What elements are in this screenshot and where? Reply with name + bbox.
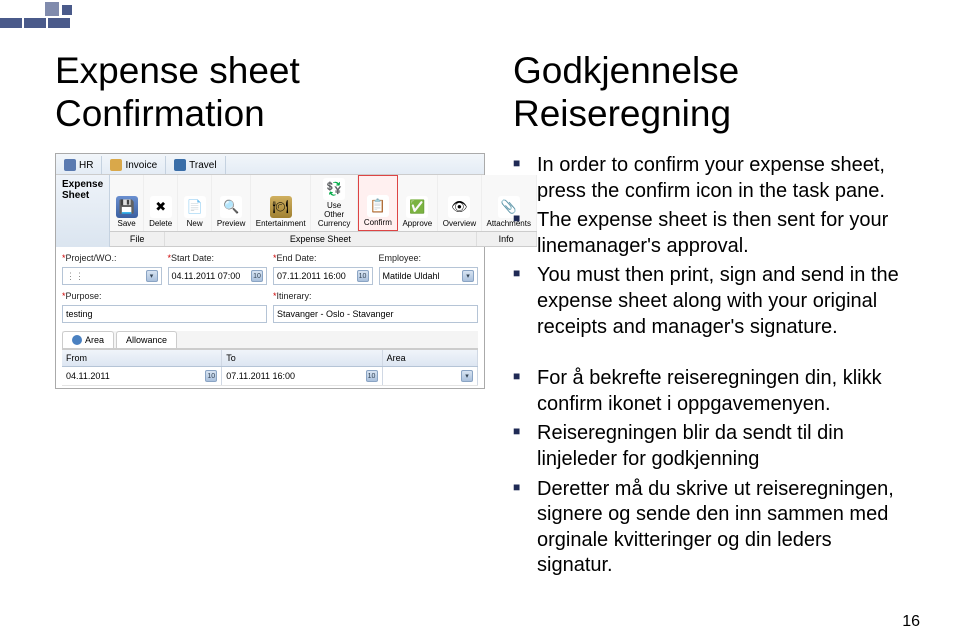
currency-label: Use Other Currency [316,202,352,228]
new-button[interactable]: 📄 New [178,175,212,231]
bullet-list-norwegian: For å bekrefte reiseregningen din, klikk… [513,366,905,579]
hr-icon [64,159,76,171]
confirm-icon: 📋 [367,195,389,217]
approve-icon: ✅ [406,196,428,218]
bullet-en-3: You must then print, sign and send in th… [513,263,905,340]
approve-label: Approve [402,220,432,229]
approve-button[interactable]: ✅ Approve [398,175,438,231]
title-right: Godkjennelse Reiseregning [513,50,905,135]
tab-invoice[interactable]: Invoice [102,156,166,174]
employee-value: Matilde Uldahl [383,271,440,281]
globe-icon [72,335,82,345]
new-label: New [187,220,203,229]
confirm-label: Confirm [364,219,392,228]
group-file: File [110,232,165,246]
purpose-field[interactable]: testing [62,305,267,323]
cell-from: 04.11.2011 [66,371,110,381]
end-date-value: 07.11.2011 16:00 [277,271,346,281]
col-from: From [62,350,222,366]
col-area: Area [383,350,478,366]
corner-decoration [0,0,120,40]
save-label: Save [118,220,136,229]
group-expense-sheet: Expense Sheet [165,232,476,246]
overview-label: Overview [443,220,476,229]
entertainment-icon: 🍽 [270,196,292,218]
start-date-label: *Start Date: [168,253,268,263]
tab-travel-label: Travel [189,160,216,171]
calendar-icon[interactable]: 10 [205,370,217,382]
subtab-area[interactable]: Area [62,331,114,348]
grid-row[interactable]: 04.11.2011 10 07.11.2011 16:00 10 ▾ [62,367,478,386]
itinerary-value: Stavanger - Oslo - Stavanger [277,309,394,319]
top-tabs: HR Invoice Travel [56,154,484,175]
bullet-list-english: In order to confirm your expense sheet, … [513,153,905,340]
grip-icon: ⋮⋮ [66,271,76,282]
entertainment-label: Entertainment [256,220,306,229]
grid-header: From To Area [62,350,478,367]
employee-field[interactable]: Matilde Uldahl ▾ [379,267,479,285]
subtab-allowance-label: Allowance [126,335,167,345]
tab-invoice-label: Invoice [125,160,157,171]
title-left: Expense sheet Confirmation [55,50,485,135]
purpose-label: *Purpose: [62,291,267,301]
confirm-button[interactable]: 📋 Confirm [358,175,398,231]
bullet-en-1: In order to confirm your expense sheet, … [513,153,905,204]
col-to: To [222,350,382,366]
page-number: 16 [902,613,920,631]
project-field[interactable]: ⋮⋮ ▾ [62,267,162,285]
overview-icon: 👁 [448,196,470,218]
use-currency-button[interactable]: 💱Use Other Currency [311,175,358,231]
preview-button[interactable]: 🔍 Preview [212,175,251,231]
calendar-icon[interactable]: 10 [366,370,378,382]
save-button[interactable]: 💾 Save [110,175,144,231]
tab-hr[interactable]: HR [56,156,102,174]
bullet-no-1: For å bekrefte reiseregningen din, klikk… [513,366,905,417]
delete-icon: ✖ [150,196,172,218]
form-area: **Project/WO.:Project/WO.: *Start Date: … [56,247,484,388]
area-grid: From To Area 04.11.2011 10 07.11.2011 16:… [62,349,478,386]
overview-button[interactable]: 👁 Overview [438,175,482,231]
dropdown-icon[interactable]: ▾ [462,270,474,282]
calendar-icon[interactable]: 10 [357,270,369,282]
bullet-no-3: Deretter må du skrive ut reiseregningen,… [513,477,905,579]
calendar-icon[interactable]: 10 [251,270,263,282]
app-screenshot: HR Invoice Travel Expense Sheet 💾 Save ✖ D… [55,153,485,389]
toolbar: 💾 Save ✖ Delete 📄 New 🔍 Preview 🍽 Entertainme… [110,175,536,232]
start-date-field[interactable]: 04.11.2011 07:00 10 [168,267,268,285]
delete-button[interactable]: ✖ Delete [144,175,178,231]
tab-travel[interactable]: Travel [166,156,225,174]
dropdown-icon[interactable]: ▾ [461,370,473,382]
currency-icon: 💱 [323,178,345,200]
entertainment-button[interactable]: 🍽 Entertainment [251,175,311,231]
save-icon: 💾 [116,196,138,218]
sidebar-expense-sheet[interactable]: Expense Sheet [56,175,110,247]
travel-icon [174,159,186,171]
employee-label: Employee: [379,253,479,263]
sub-tabs: Area Allowance [62,331,478,349]
new-icon: 📄 [184,196,206,218]
itinerary-label: *Itinerary: [273,291,478,301]
start-date-value: 04.11.2011 07:00 [172,271,241,281]
itinerary-field[interactable]: Stavanger - Oslo - Stavanger [273,305,478,323]
end-date-label: *End Date: [273,253,373,263]
subtab-area-label: Area [85,335,104,345]
toolbar-groups: File Expense Sheet Info [110,232,536,247]
delete-label: Delete [149,220,172,229]
bullet-en-2: The expense sheet is then sent for your … [513,208,905,259]
preview-icon: 🔍 [220,196,242,218]
cell-to: 07.11.2011 16:00 [226,371,295,381]
dropdown-icon[interactable]: ▾ [146,270,158,282]
tab-hr-label: HR [79,160,93,171]
invoice-icon [110,159,122,171]
bullet-no-2: Reiseregningen blir da sendt til din lin… [513,421,905,472]
preview-label: Preview [217,220,245,229]
end-date-field[interactable]: 07.11.2011 16:00 10 [273,267,373,285]
subtab-allowance[interactable]: Allowance [116,331,177,348]
purpose-value: testing [66,309,93,319]
project-label: **Project/WO.:Project/WO.: [62,253,162,263]
